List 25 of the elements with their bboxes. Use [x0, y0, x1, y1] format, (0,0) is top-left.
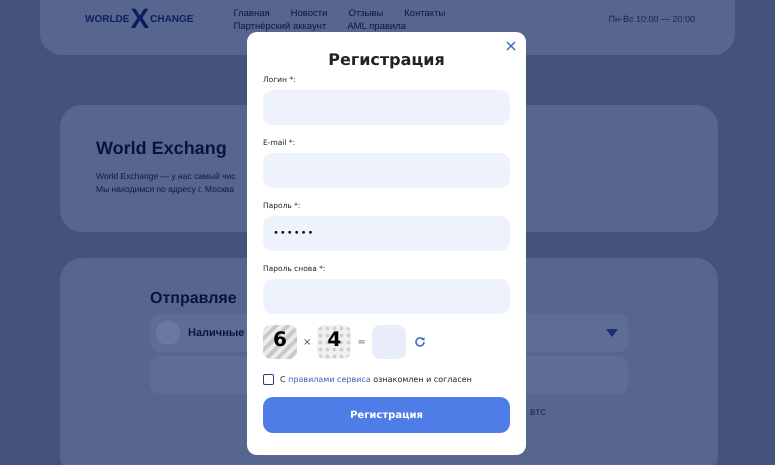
captcha-digit: 6: [263, 325, 297, 359]
about-text: World Exchange — у нас самый чис: [96, 171, 236, 181]
nav-link[interactable]: Контакты: [404, 8, 446, 19]
about-text: Мы находимся по адресу г. Москва: [96, 184, 234, 194]
close-icon[interactable]: [506, 41, 516, 51]
nav-link[interactable]: AML правила: [347, 21, 406, 32]
captcha-equals: =: [357, 336, 366, 348]
dialog-title: Регистрация: [327, 50, 446, 69]
agree-text: С правилами сервиса ознакомлен и согласен: [280, 375, 472, 384]
agree-checkbox[interactable]: [263, 374, 274, 385]
caret-icon: [606, 329, 618, 337]
input-field[interactable]: ••••••: [263, 216, 510, 251]
nav-link[interactable]: Отзывы: [348, 8, 384, 19]
refresh-icon[interactable]: [414, 336, 426, 348]
opening-hours: Пн-Вс 10:00 — 20:00: [608, 14, 696, 24]
rules-link[interactable]: правилами сервиса: [288, 375, 371, 384]
nav-link[interactable]: Главная: [233, 8, 270, 19]
about-title: World Exchang: [96, 138, 227, 159]
captcha-operator: ×: [303, 336, 312, 348]
nav-link[interactable]: Новости: [290, 8, 328, 19]
currency-label: BTC: [530, 408, 546, 417]
captcha-digit: 4: [317, 325, 352, 359]
register-button[interactable]: Регистрация: [263, 397, 510, 433]
nav-link[interactable]: Партнёрский аккаунт: [233, 21, 326, 32]
exchange-title: Отправляе: [150, 290, 237, 308]
